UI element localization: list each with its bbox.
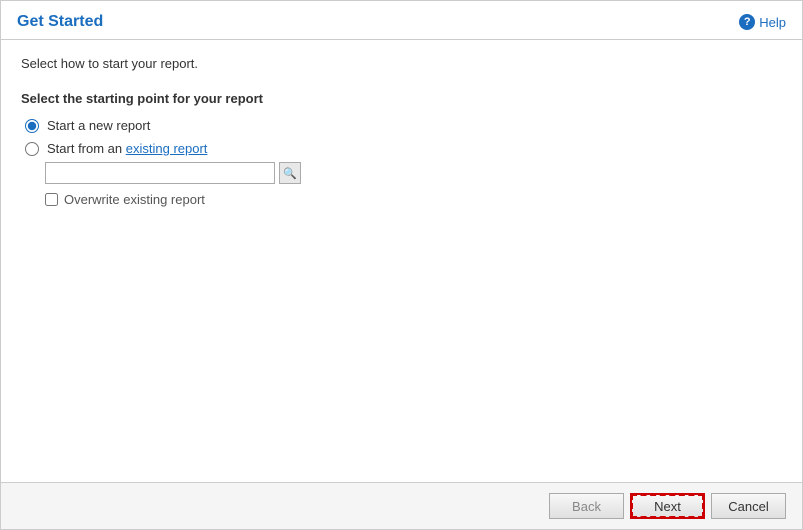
radio-existing-report-label: Start from an existing report <box>47 141 207 156</box>
back-button[interactable]: Back <box>549 493 624 519</box>
radio-new-report-input[interactable] <box>25 119 39 133</box>
page-title: Get Started <box>17 13 103 31</box>
subtitle: Select how to start your report. <box>21 56 782 71</box>
help-label: Help <box>759 15 786 30</box>
help-icon: ? <box>739 14 755 30</box>
main-content: Select how to start your report. Select … <box>1 40 802 482</box>
cancel-button[interactable]: Cancel <box>711 493 786 519</box>
existing-report-input[interactable] <box>45 162 275 184</box>
radio-new-report[interactable]: Start a new report <box>25 118 782 133</box>
page-container: Get Started ? Help Select how to start y… <box>0 0 803 530</box>
radio-new-report-label: Start a new report <box>47 118 150 133</box>
radio-existing-prefix: Start from an <box>47 141 126 156</box>
section-label: Select the starting point for your repor… <box>21 91 782 106</box>
overwrite-label: Overwrite existing report <box>64 192 205 207</box>
overwrite-row: Overwrite existing report <box>45 192 782 207</box>
radio-existing-report-input[interactable] <box>25 142 39 156</box>
browse-button[interactable]: 🔍 <box>279 162 301 184</box>
next-button[interactable]: Next <box>630 493 705 519</box>
header: Get Started ? Help <box>1 1 802 39</box>
footer: Back Next Cancel <box>1 482 802 529</box>
overwrite-checkbox[interactable] <box>45 193 58 206</box>
existing-report-row: 🔍 <box>45 162 782 184</box>
browse-icon: 🔍 <box>283 167 297 180</box>
help-link[interactable]: ? Help <box>739 14 786 30</box>
radio-existing-link: existing report <box>126 141 208 156</box>
radio-group: Start a new report Start from an existin… <box>25 118 782 156</box>
radio-existing-report[interactable]: Start from an existing report <box>25 141 782 156</box>
